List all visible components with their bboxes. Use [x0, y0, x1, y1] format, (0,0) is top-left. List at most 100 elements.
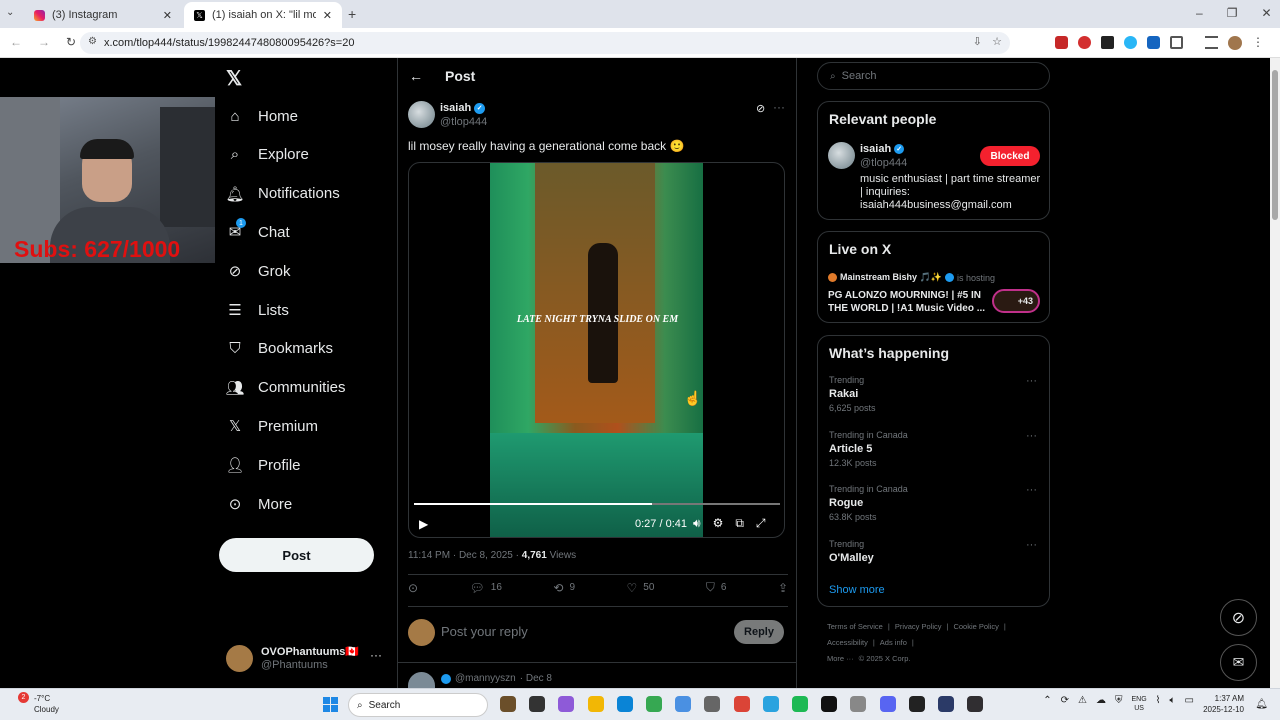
notification-bell-icon[interactable]: 🔔︎ — [1255, 699, 1268, 710]
weather-widget[interactable]: 2 -7°C Cloudy — [12, 692, 72, 718]
account-switcher[interactable]: OVOPhantuums🇨🇦 @Phantuums ··· — [226, 644, 386, 674]
install-icon[interactable]: ⇩ — [973, 35, 982, 48]
footer-link[interactable]: Privacy Policy — [895, 622, 942, 631]
grok-icon[interactable]: ⊘ — [1220, 599, 1257, 636]
puzzle-icon[interactable] — [1170, 36, 1183, 49]
app-icon[interactable] — [938, 696, 954, 712]
listener-count-badge[interactable]: +43 — [992, 289, 1040, 313]
video-progress-track[interactable] — [414, 503, 780, 505]
edge-icon[interactable] — [616, 696, 633, 712]
close-tab-icon[interactable]: ✕ — [323, 9, 332, 22]
nav-item-more[interactable]: ⊙ More — [226, 486, 292, 522]
nav-item-home[interactable]: ⌂ Home — [226, 98, 298, 134]
kebab-menu-icon[interactable]: ⋮ — [1252, 36, 1264, 50]
nav-item-notifications[interactable]: 🔔︎ Notifications — [225, 176, 339, 212]
footer-link[interactable]: Accessibility — [827, 638, 868, 647]
analytics-button[interactable]: ⊙ — [408, 580, 418, 595]
telegram-icon[interactable] — [762, 696, 779, 712]
scrollbar[interactable] — [1270, 58, 1280, 688]
avatar[interactable] — [828, 142, 855, 169]
more-dots-icon[interactable]: ··· — [1026, 375, 1037, 387]
more-dots-icon[interactable]: ··· — [1026, 484, 1037, 496]
pip-icon[interactable]: ⧉ — [735, 516, 744, 531]
tiktok-icon[interactable] — [821, 696, 838, 712]
file-explorer-icon[interactable] — [500, 696, 516, 712]
more-dots-icon[interactable]: ··· — [1026, 430, 1037, 442]
post-button[interactable]: Post — [219, 538, 374, 572]
clock[interactable]: 1:37 AM 2025-12-10 — [1203, 693, 1244, 715]
tab-x-post[interactable]: 𝕏 (1) isaiah on X: "lil mosey really ✕ — [184, 2, 342, 28]
trend-item[interactable]: Trending in Canada Rogue 63.8K posts — [829, 484, 908, 522]
spotify-icon[interactable] — [792, 696, 808, 712]
live-host[interactable]: Mainstream Bishy 🎵✨ is hosting — [828, 272, 995, 283]
reply-author-handle[interactable]: @mannyyszn — [455, 673, 516, 684]
nav-item-chat[interactable]: ✉ 1 Chat — [226, 214, 290, 250]
folder-icon[interactable] — [587, 696, 604, 712]
volume-icon[interactable]: 🔊︎ — [693, 516, 701, 531]
avatar[interactable] — [408, 101, 435, 128]
sync-icon[interactable]: ⟳ — [1061, 695, 1069, 713]
trend-item[interactable]: Trending in Canada Article 5 12.3K posts — [829, 430, 908, 468]
reply-input[interactable]: Post your reply — [441, 624, 528, 639]
nav-item-communities[interactable]: 👥︎ Communities — [225, 370, 345, 406]
extension-icon[interactable] — [1078, 36, 1091, 49]
close-tab-icon[interactable]: ✕ — [163, 9, 172, 22]
wifi-icon[interactable]: ⌇ — [1156, 695, 1161, 713]
nav-item-profile[interactable]: 👤︎ Profile — [225, 447, 300, 483]
author-handle[interactable]: @tlop444 — [440, 116, 487, 128]
obs-icon[interactable] — [908, 696, 925, 712]
extension-icon[interactable] — [1147, 36, 1160, 49]
windows-start-icon[interactable] — [323, 697, 338, 712]
obs-studio-icon[interactable] — [967, 696, 984, 712]
nav-item-premium[interactable]: 𝕏 Premium — [226, 408, 318, 444]
extension-icon[interactable] — [1124, 36, 1137, 49]
person-name[interactable]: isaiah ✓ — [860, 143, 905, 155]
more-dots-icon[interactable]: ··· — [773, 100, 785, 114]
forward-icon[interactable]: → — [38, 35, 50, 49]
scrollbar-thumb[interactable] — [1272, 70, 1278, 220]
fullscreen-icon[interactable]: ⤢ — [756, 516, 766, 531]
nav-item-lists[interactable]: ☰ Lists — [226, 292, 289, 328]
back-icon[interactable]: ← — [10, 35, 22, 49]
notepad-icon[interactable] — [675, 696, 692, 712]
nav-item-grok[interactable]: ⊘ Grok — [226, 253, 291, 289]
onedrive-icon[interactable]: ☁ — [1096, 695, 1106, 713]
more-dots-icon[interactable]: ··· — [1026, 539, 1037, 551]
reply-button[interactable]: Reply — [734, 620, 784, 644]
post-timestamp[interactable]: 11:14 PM · Dec 8, 2025 · — [408, 550, 522, 561]
share-action[interactable]: ⇪ — [778, 580, 788, 595]
tab-list-chevron-icon[interactable]: ⌄ — [6, 7, 14, 18]
x-logo-icon[interactable]: 𝕏 — [226, 66, 248, 90]
terminal-icon[interactable] — [529, 696, 546, 712]
search-input[interactable]: ⌕ Search — [817, 62, 1050, 90]
live-stream-title[interactable]: PG ALONZO MOURNING! | #5 IN THE WORLD | … — [828, 289, 988, 315]
blocked-button[interactable]: Blocked — [980, 146, 1040, 166]
star-icon[interactable]: ☆ — [992, 35, 1002, 48]
tab-instagram[interactable]: (3) Instagram ✕ — [24, 2, 182, 28]
footer-link[interactable]: More ··· — [827, 654, 854, 663]
reading-list-icon[interactable] — [1205, 36, 1218, 49]
tool-icon[interactable] — [850, 696, 867, 712]
close-window-icon[interactable]: ✕ — [1261, 6, 1271, 20]
app-icon[interactable] — [646, 696, 662, 712]
chrome-icon[interactable] — [733, 696, 750, 712]
more-dots-icon[interactable]: ··· — [370, 648, 382, 662]
extension-icon[interactable] — [1055, 36, 1068, 49]
trend-item[interactable]: Trending O'Malley — [829, 539, 874, 567]
new-tab-icon[interactable]: + — [348, 6, 356, 22]
bookmark-action[interactable]: ⛉ 6 — [706, 580, 727, 595]
footer-link[interactable]: © 2025 X Corp. — [859, 654, 911, 663]
video-player[interactable]: LATE NIGHT TRYNA SLIDE ON EM ▶ 0:27 / 0:… — [408, 162, 785, 538]
settings-icon[interactable] — [704, 696, 721, 712]
language-indicator[interactable]: ENG US — [1131, 695, 1146, 713]
chevron-up-icon[interactable]: ⌃ — [1043, 695, 1051, 713]
battery-icon[interactable]: ▭ — [1185, 695, 1194, 713]
footer-link[interactable]: Ads info — [880, 638, 907, 647]
nav-item-bookmarks[interactable]: ⛉ Bookmarks — [226, 331, 333, 367]
back-arrow-icon[interactable]: ← — [409, 68, 423, 84]
settings-gear-icon[interactable]: ⚙ — [713, 516, 724, 531]
taskbar-search[interactable]: ⌕ Search — [348, 693, 488, 717]
site-info-icon[interactable]: ⚙ — [88, 36, 97, 47]
repost-action[interactable]: ⟲ 9 — [553, 580, 575, 595]
like-action[interactable]: ♡ 50 — [627, 580, 655, 595]
